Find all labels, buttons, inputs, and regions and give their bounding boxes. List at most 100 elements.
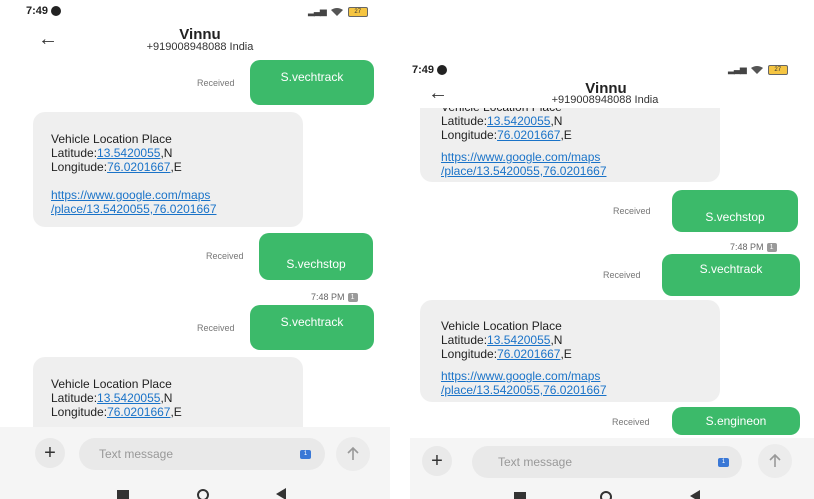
- signal-icon: ▂▃▅: [308, 6, 327, 16]
- maps-link-line1[interactable]: https://www.google.com/maps: [441, 150, 699, 164]
- longitude-line: Longitude:76.0201667,E: [441, 347, 699, 361]
- sim-select-icon[interactable]: 1: [718, 458, 729, 467]
- received-label: Received: [197, 78, 235, 88]
- message-input-placeholder: Text message: [498, 455, 573, 469]
- sent-message-bubble[interactable]: S.vechtrack: [250, 305, 374, 350]
- contact-number: +919008948088 India: [551, 94, 659, 106]
- timestamp-text: 7:48 PM: [730, 242, 764, 252]
- attach-plus-button[interactable]: +: [35, 438, 65, 468]
- longitude-line: Longitude:76.0201667,E: [51, 405, 285, 419]
- sent-message-bubble[interactable]: S.vechtrack: [662, 254, 800, 296]
- back-triangle-icon[interactable]: [276, 488, 286, 499]
- longitude-link[interactable]: 76.0201667: [497, 347, 560, 361]
- maps-link-line1[interactable]: https://www.google.com/maps: [51, 188, 285, 202]
- message-text: S.vechstop: [705, 210, 765, 224]
- longitude-direction: ,E: [560, 347, 572, 361]
- location-message-bubble[interactable]: Vehicle Location Place Latitude:13.54200…: [420, 300, 720, 402]
- recents-square-icon[interactable]: [514, 492, 526, 499]
- latitude-direction: ,N: [160, 391, 173, 405]
- home-circle-icon[interactable]: [600, 491, 612, 499]
- location-message-bubble[interactable]: Vehicle Location Place Latitude:13.54200…: [33, 112, 303, 227]
- sent-message-bubble[interactable]: S.engineon: [672, 407, 800, 435]
- sent-message-bubble[interactable]: S.vechtrack: [250, 60, 374, 105]
- status-time-text: 7:49: [26, 5, 49, 17]
- latitude-link[interactable]: 13.5420055: [97, 391, 160, 405]
- arrow-up-icon: [347, 446, 359, 460]
- latitude-direction: ,N: [550, 114, 563, 128]
- maps-link-line1[interactable]: https://www.google.com/maps: [441, 369, 699, 383]
- battery-level: 27: [774, 66, 782, 73]
- longitude-direction: ,E: [560, 128, 572, 142]
- attach-plus-button[interactable]: +: [422, 446, 452, 476]
- phone-screenshot-left: 7:49 ▂▃▅ 27 ← Vinnu +919008948088 India …: [0, 0, 390, 499]
- latitude-link[interactable]: 13.5420055: [97, 146, 160, 160]
- longitude-line: Longitude:76.0201667,E: [441, 128, 699, 142]
- sim-select-icon[interactable]: 1: [300, 450, 311, 459]
- latitude-direction: ,N: [160, 146, 173, 160]
- location-title: Vehicle Location Place: [51, 377, 172, 391]
- battery-icon: 27: [767, 64, 788, 75]
- longitude-direction: ,E: [170, 160, 182, 174]
- battery-icon: 27: [347, 6, 368, 17]
- latitude-label: Latitude:: [441, 114, 488, 128]
- send-button[interactable]: [758, 444, 792, 478]
- wifi-icon: [750, 65, 763, 74]
- message-text: S.vechtrack: [699, 262, 763, 276]
- status-time-text: 7:49: [412, 64, 435, 76]
- latitude-line: Latitude:13.5420055,N: [441, 333, 699, 347]
- status-bar-icons: ▂▃▅ 27: [308, 6, 368, 17]
- location-title: Vehicle Location Place: [441, 319, 562, 333]
- location-message-bubble[interactable]: Vehicle Location Place Latitude:13.54200…: [420, 108, 720, 182]
- location-title: Vehicle Location Place: [51, 132, 172, 146]
- scroll-clip-region: Vehicle Location Place Latitude:13.54200…: [410, 108, 814, 188]
- back-triangle-icon[interactable]: [690, 490, 700, 499]
- received-label: Received: [206, 251, 244, 261]
- recents-square-icon[interactable]: [117, 490, 129, 499]
- longitude-label: Longitude:: [51, 405, 108, 419]
- longitude-link[interactable]: 76.0201667: [107, 405, 170, 419]
- sent-message-bubble[interactable]: S.vechstop: [259, 233, 373, 280]
- system-nav-bar: [410, 484, 814, 499]
- message-timestamp: 7:48 PM 1: [311, 292, 358, 302]
- maps-link-line2[interactable]: /place/13.5420055,76.0201667: [51, 202, 285, 216]
- received-label: Received: [613, 206, 651, 216]
- phone-screenshot-right: 7:49 ▂▃▅ 27 ← Vinnu +919008948088 India …: [410, 0, 814, 499]
- received-label: Received: [612, 417, 650, 427]
- notification-dot-icon: [437, 65, 448, 75]
- message-text: S.vechtrack: [280, 70, 344, 84]
- longitude-direction: ,E: [170, 405, 182, 419]
- latitude-line: Latitude:13.5420055,N: [51, 146, 285, 160]
- longitude-label: Longitude:: [441, 128, 498, 142]
- latitude-link[interactable]: 13.5420055: [487, 333, 550, 347]
- status-bar-time: 7:49: [26, 5, 62, 17]
- message-text: S.vechstop: [286, 257, 346, 271]
- latitude-link[interactable]: 13.5420055: [487, 114, 550, 128]
- message-input[interactable]: Text message 1: [472, 446, 742, 478]
- message-input-placeholder: Text message: [99, 447, 174, 461]
- status-bar-time: 7:49: [412, 64, 448, 76]
- message-input[interactable]: Text message 1: [79, 438, 325, 470]
- latitude-label: Latitude:: [441, 333, 488, 347]
- wifi-icon: [330, 7, 343, 16]
- status-bar-icons: ▂▃▅ 27: [728, 64, 788, 75]
- latitude-line: Latitude:13.5420055,N: [441, 114, 699, 128]
- maps-link-line2[interactable]: /place/13.5420055,76.0201667: [441, 383, 699, 397]
- send-button[interactable]: [336, 437, 370, 471]
- system-nav-bar: [0, 481, 390, 499]
- message-timestamp: 7:48 PM 1: [730, 242, 777, 252]
- longitude-label: Longitude:: [51, 160, 108, 174]
- sent-message-bubble[interactable]: S.vechstop: [672, 190, 798, 232]
- message-text: S.engineon: [705, 414, 767, 428]
- home-circle-icon[interactable]: [197, 489, 209, 499]
- maps-link-line2[interactable]: /place/13.5420055,76.0201667: [441, 164, 699, 178]
- longitude-link[interactable]: 76.0201667: [497, 128, 560, 142]
- latitude-line: Latitude:13.5420055,N: [51, 391, 285, 405]
- longitude-link[interactable]: 76.0201667: [107, 160, 170, 174]
- signal-icon: ▂▃▅: [728, 64, 747, 74]
- message-text: S.vechtrack: [280, 315, 344, 329]
- received-label: Received: [197, 323, 235, 333]
- back-arrow-icon[interactable]: ←: [428, 82, 448, 105]
- latitude-label: Latitude:: [51, 391, 98, 405]
- arrow-up-icon: [769, 453, 781, 467]
- back-arrow-icon[interactable]: ←: [38, 28, 58, 51]
